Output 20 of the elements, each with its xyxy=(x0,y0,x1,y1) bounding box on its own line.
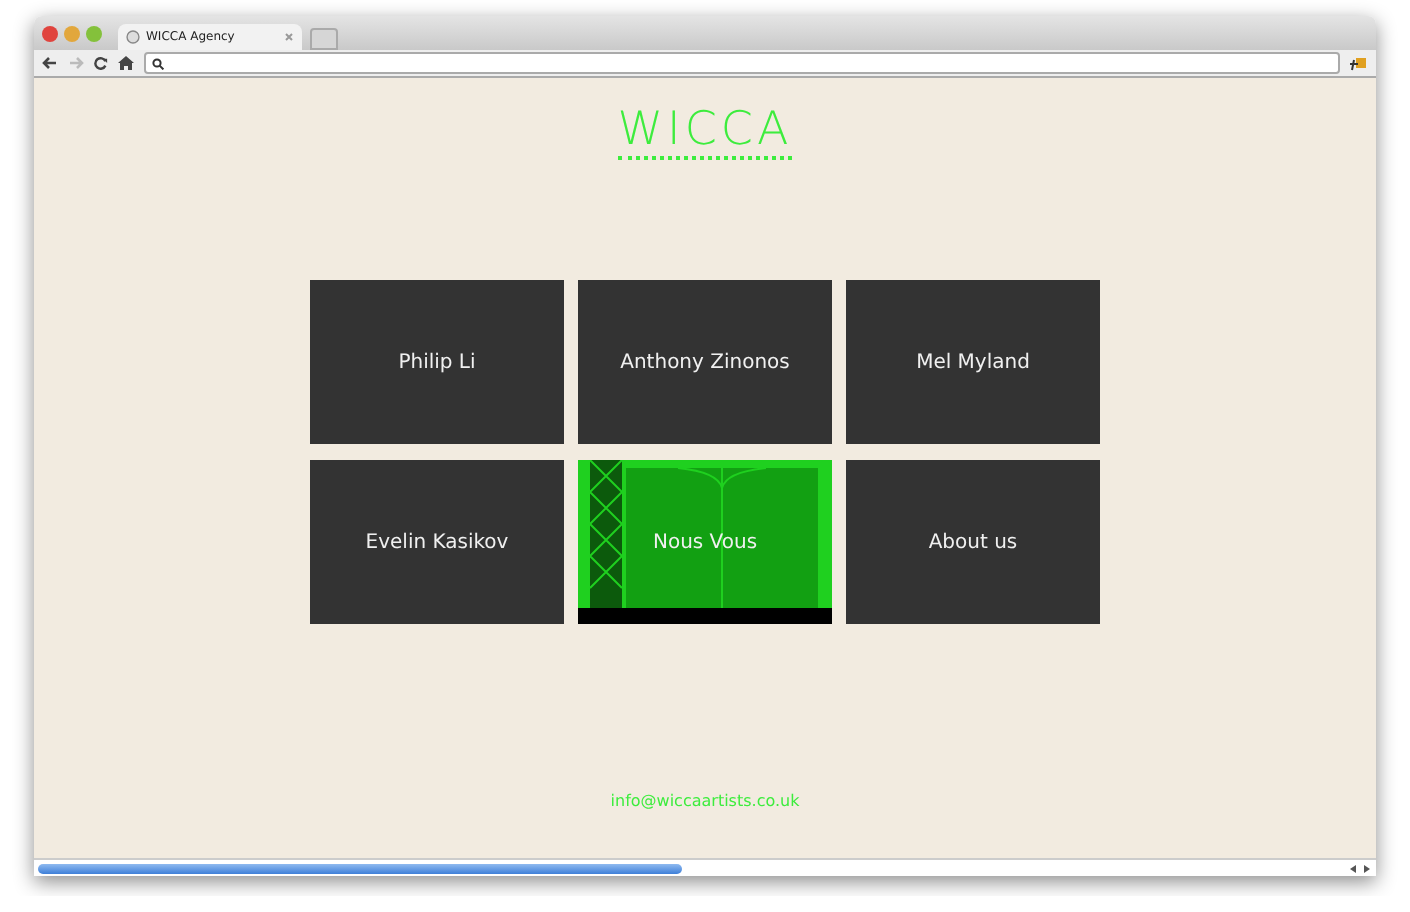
globe-icon xyxy=(126,30,140,44)
artist-tile[interactable]: Philip Li xyxy=(310,280,564,444)
back-icon[interactable] xyxy=(42,56,58,70)
zoom-icon[interactable] xyxy=(86,25,102,41)
artist-tile[interactable]: Anthony Zinonos xyxy=(578,280,832,444)
artist-tile[interactable]: Mel Myland xyxy=(846,280,1100,444)
new-tab-button[interactable] xyxy=(310,28,338,50)
artist-tile[interactable]: Evelin Kasikov xyxy=(310,460,564,624)
reload-icon[interactable] xyxy=(94,56,108,70)
search-icon xyxy=(152,57,164,69)
home-icon[interactable] xyxy=(118,56,134,70)
minimize-icon[interactable] xyxy=(64,25,80,41)
forward-icon[interactable] xyxy=(68,56,84,70)
extension-icon[interactable] xyxy=(1350,55,1368,71)
address-bar[interactable] xyxy=(144,52,1340,74)
close-icon[interactable] xyxy=(284,32,294,42)
artist-tile[interactable]: About us xyxy=(846,460,1100,624)
scrollbar-thumb[interactable] xyxy=(38,863,682,873)
close-icon[interactable] xyxy=(42,25,58,41)
scroll-arrows-icon[interactable] xyxy=(1348,863,1372,873)
